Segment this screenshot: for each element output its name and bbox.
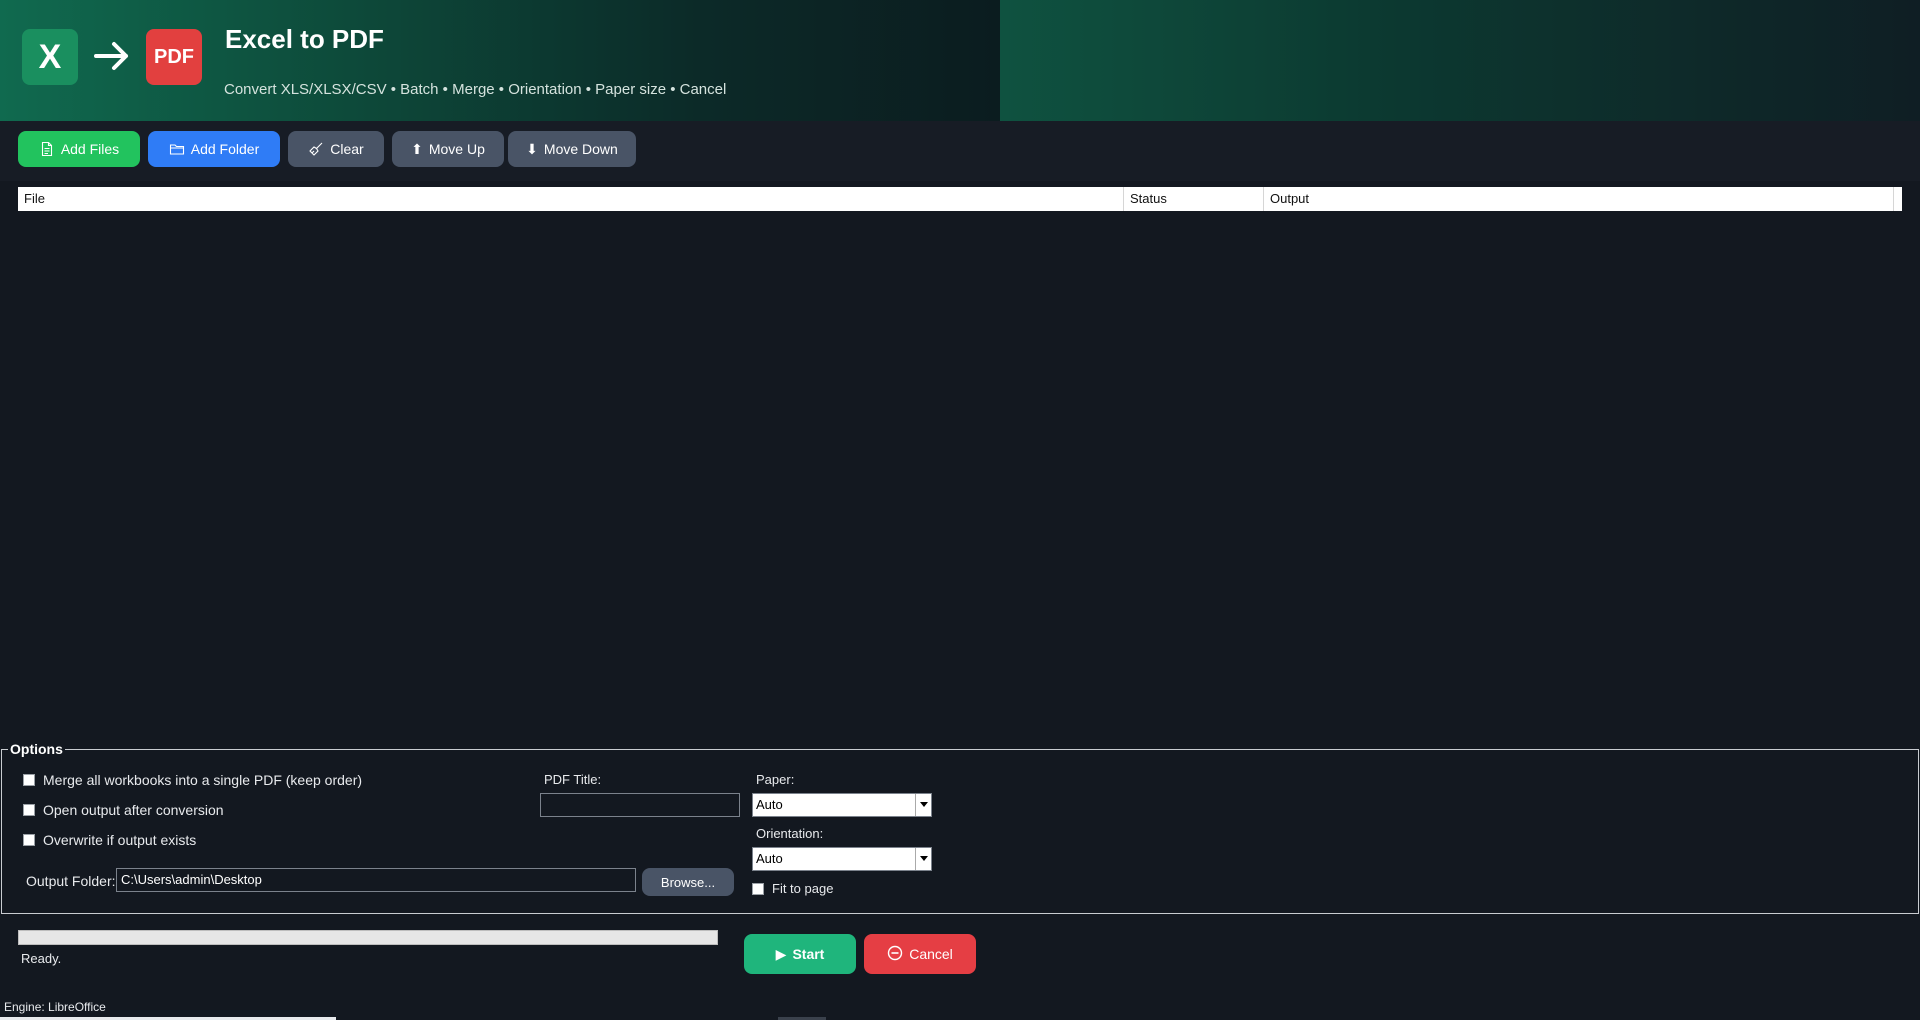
excel-logo-icon: X xyxy=(22,29,78,85)
clear-button[interactable]: Clear xyxy=(288,131,384,167)
paper-select[interactable]: Auto xyxy=(752,793,932,817)
open-output-checkbox-row[interactable]: Open output after conversion xyxy=(23,802,224,818)
play-icon: ▶ xyxy=(775,945,787,962)
open-output-checkbox[interactable] xyxy=(23,804,35,816)
merge-checkbox-row[interactable]: Merge all workbooks into a single PDF (k… xyxy=(23,772,362,788)
paper-label: Paper: xyxy=(756,772,795,787)
output-folder-input[interactable]: C:\Users\admin\Desktop xyxy=(116,868,636,892)
file-list-table[interactable]: File Status Output xyxy=(18,187,1902,737)
move-up-button[interactable]: ⬆ Move Up xyxy=(392,131,504,167)
add-folder-button[interactable]: Add Folder xyxy=(148,131,280,167)
merge-label: Merge all workbooks into a single PDF (k… xyxy=(43,772,363,788)
fit-to-page-checkbox[interactable] xyxy=(752,882,764,895)
orientation-label: Orientation: xyxy=(756,826,824,841)
orientation-select-value: Auto xyxy=(756,851,783,866)
start-button[interactable]: ▶ Start xyxy=(744,934,856,974)
add-files-button[interactable]: Add Files xyxy=(18,131,140,167)
arrow-down-icon: ⬇ xyxy=(526,140,538,157)
pdf-title-input[interactable] xyxy=(540,793,740,817)
fit-to-page-label: Fit to page xyxy=(772,881,834,896)
output-folder-label: Output Folder: xyxy=(26,873,116,889)
excel-logo-letter: X xyxy=(38,37,62,76)
column-header-output[interactable]: Output xyxy=(1264,187,1894,211)
chevron-down-icon[interactable] xyxy=(915,794,931,816)
column-header-file[interactable]: File xyxy=(18,187,1124,211)
broom-icon xyxy=(308,141,324,157)
chevron-down-icon[interactable] xyxy=(915,848,931,870)
fit-to-page-row[interactable]: Fit to page xyxy=(752,881,833,896)
no-entry-icon xyxy=(887,945,903,964)
app-subtitle: Convert XLS/XLSX/CSV • Batch • Merge • O… xyxy=(224,81,727,98)
open-output-label: Open output after conversion xyxy=(43,802,224,818)
arrow-up-icon: ⬆ xyxy=(411,140,423,157)
browse-button[interactable]: Browse... xyxy=(642,868,734,896)
overwrite-label: Overwrite if output exists xyxy=(43,832,197,848)
cancel-label: Cancel xyxy=(909,946,953,962)
arrow-right-icon xyxy=(94,42,128,70)
start-label: Start xyxy=(792,946,825,962)
options-legend: Options xyxy=(8,741,65,757)
paper-select-value: Auto xyxy=(756,797,783,812)
pdf-logo-icon: PDF xyxy=(146,29,202,85)
move-up-label: Move Up xyxy=(428,141,485,157)
toolbar: Add Files Add Folder Clear ⬆ Move Up ⬇ M… xyxy=(0,121,1920,181)
engine-status: Engine: LibreOffice xyxy=(4,1000,106,1014)
cancel-button[interactable]: Cancel xyxy=(864,934,976,974)
status-text: Ready. xyxy=(21,951,62,966)
overwrite-checkbox[interactable] xyxy=(23,834,35,846)
table-header: File Status Output xyxy=(18,187,1902,211)
orientation-select[interactable]: Auto xyxy=(752,847,932,871)
merge-checkbox[interactable] xyxy=(23,774,35,786)
overwrite-checkbox-row[interactable]: Overwrite if output exists xyxy=(23,832,196,848)
add-files-label: Add Files xyxy=(60,141,120,157)
column-header-status[interactable]: Status xyxy=(1124,187,1264,211)
app-header: X PDF Excel to PDF Convert XLS/XLSX/CSV … xyxy=(0,0,1920,121)
add-folder-label: Add Folder xyxy=(190,141,260,157)
move-down-label: Move Down xyxy=(543,141,618,157)
move-down-button[interactable]: ⬇ Move Down xyxy=(508,131,636,167)
app-title: Excel to PDF xyxy=(225,24,384,54)
clear-label: Clear xyxy=(330,141,364,157)
header-right-panel xyxy=(1000,0,1920,121)
pdf-logo-text: PDF xyxy=(154,45,194,68)
pdf-title-label: PDF Title: xyxy=(544,772,602,787)
progress-bar xyxy=(18,930,718,945)
file-icon xyxy=(39,141,55,157)
folder-icon xyxy=(169,141,185,157)
